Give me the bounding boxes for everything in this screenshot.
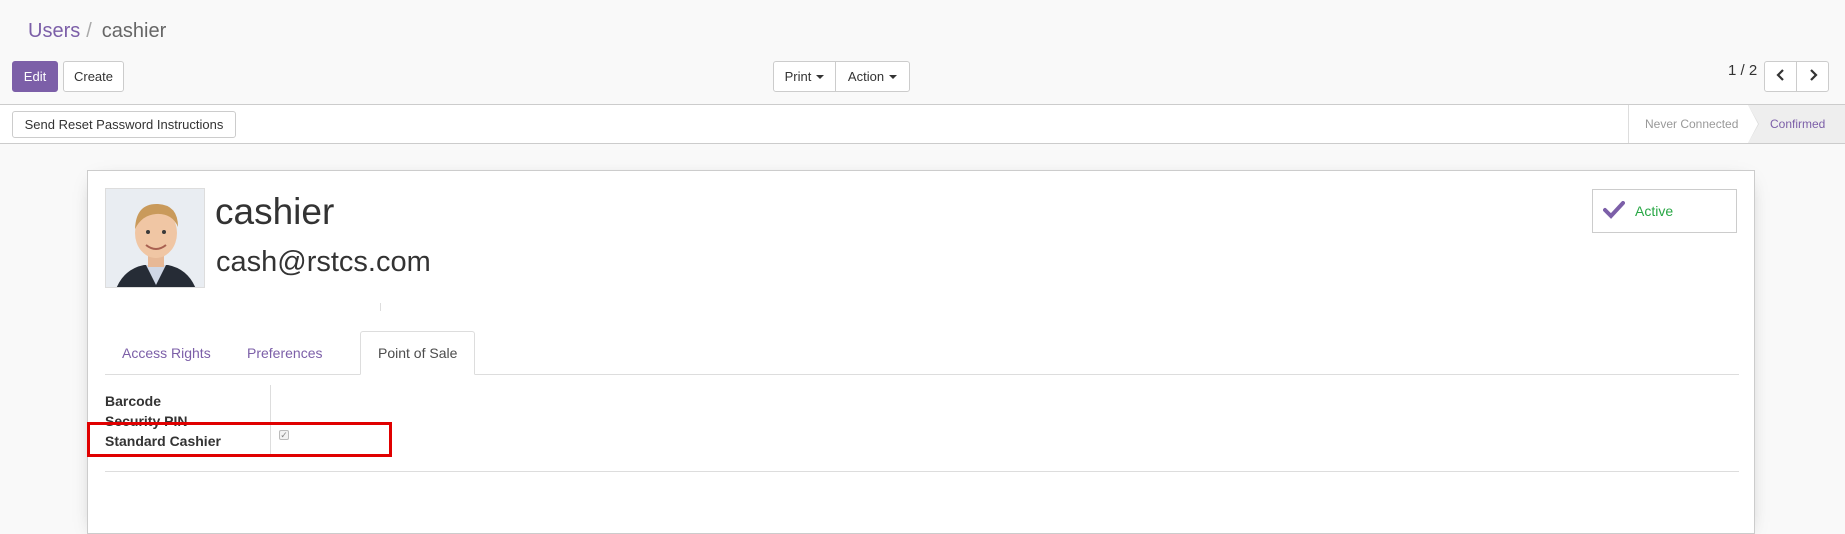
standard-cashier-label: Standard Cashier xyxy=(105,433,221,449)
action-dropdown[interactable]: Action xyxy=(835,61,910,92)
user-name: cashier xyxy=(215,191,335,232)
control-panel: Users / cashier Edit Create Print Action… xyxy=(0,0,1845,104)
form-sheet: cashier cash@rstcs.com Active Access Rig… xyxy=(87,170,1755,534)
tab-preferences[interactable]: Preferences xyxy=(247,331,322,375)
checkmark-icon xyxy=(1603,200,1625,222)
breadcrumb-users-link[interactable]: Users xyxy=(28,20,80,43)
breadcrumb-separator: / xyxy=(86,20,92,42)
chevron-right-icon xyxy=(1808,69,1818,84)
divider-mark xyxy=(380,303,381,311)
barcode-label: Barcode xyxy=(105,393,162,409)
caret-down-icon xyxy=(816,74,825,79)
statusbar: Send Reset Password Instructions Never C… xyxy=(0,104,1845,144)
pager-previous-button[interactable] xyxy=(1764,61,1797,92)
print-dropdown[interactable]: Print xyxy=(773,61,836,92)
edit-button[interactable]: Edit xyxy=(12,61,58,92)
active-label: Active xyxy=(1635,203,1674,219)
field-separator xyxy=(270,385,271,455)
standard-cashier-checkbox[interactable]: ✓ xyxy=(279,430,289,440)
create-button[interactable]: Create xyxy=(63,61,124,92)
form-content: cashier cash@rstcs.com Active Access Rig… xyxy=(0,144,1845,534)
stage-arrow xyxy=(1748,105,1758,143)
breadcrumb-current: cashier xyxy=(101,20,167,42)
stage-confirmed: Confirmed xyxy=(1748,105,1845,143)
stage-never-connected: Never Connected xyxy=(1628,105,1748,143)
form-tabs: Access Rights Preferences Point of Sale xyxy=(105,331,1739,375)
tab-access-rights[interactable]: Access Rights xyxy=(122,331,211,375)
pager-value[interactable]: 1 / 2 xyxy=(1728,62,1757,79)
security-pin-label: Security PIN xyxy=(105,413,188,429)
active-toggle-button[interactable]: Active xyxy=(1592,189,1737,233)
form-footer-divider xyxy=(105,471,1739,472)
user-avatar[interactable] xyxy=(105,188,205,288)
print-label: Print xyxy=(784,69,812,84)
breadcrumb: Users / cashier xyxy=(28,20,166,43)
chevron-left-icon xyxy=(1775,69,1786,84)
tab-point-of-sale[interactable]: Point of Sale xyxy=(360,331,476,375)
send-reset-password-button[interactable]: Send Reset Password Instructions xyxy=(12,111,236,138)
action-label: Action xyxy=(847,69,885,84)
caret-down-icon xyxy=(889,74,898,79)
user-login: cash@rstcs.com xyxy=(216,246,431,278)
pager-next-button[interactable] xyxy=(1796,61,1829,92)
